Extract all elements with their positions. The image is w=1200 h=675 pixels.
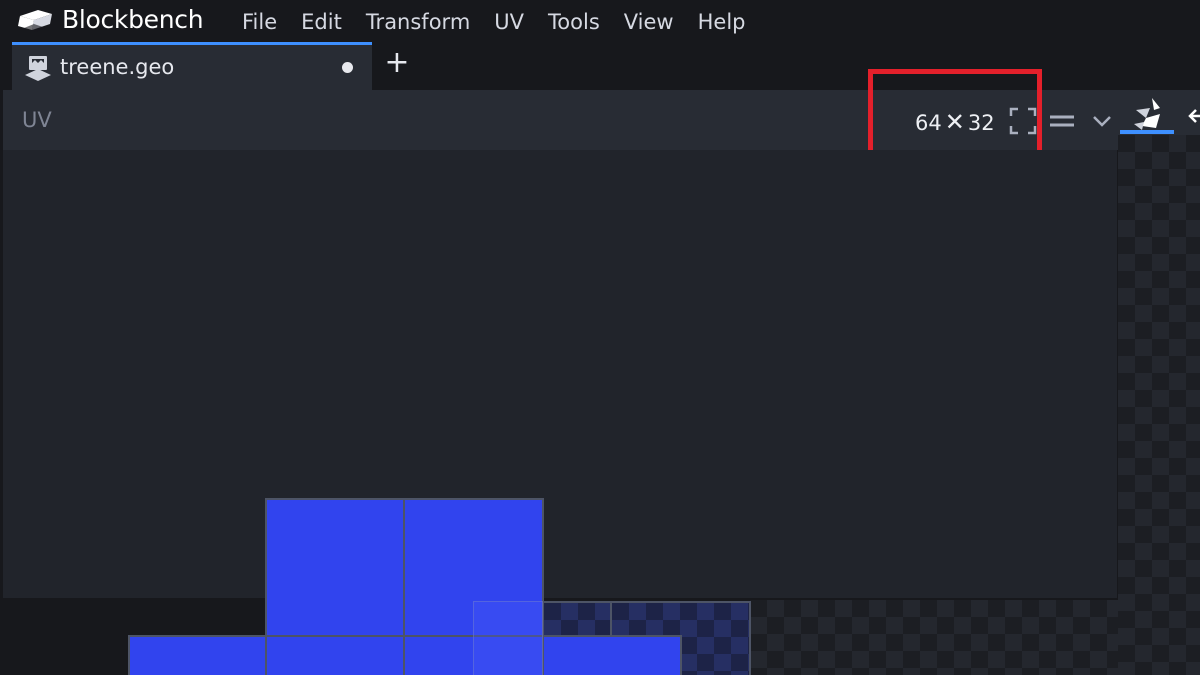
tool-strip (1118, 90, 1200, 150)
menu-item-uv[interactable]: UV (482, 0, 536, 42)
new-tab-button[interactable]: + (382, 48, 412, 82)
move-tool-icon[interactable] (1186, 102, 1200, 132)
unsaved-indicator-icon[interactable] (342, 62, 353, 73)
menu-item-transform[interactable]: Transform (354, 0, 482, 42)
menu-bar: Blockbench File Edit Transform UV Tools … (0, 0, 1200, 42)
uv-editor-canvas[interactable] (3, 150, 1117, 598)
menu-item-tools[interactable]: Tools (536, 0, 612, 42)
active-tool-indicator (1120, 130, 1174, 134)
menu-item-file[interactable]: File (230, 0, 289, 42)
main-menu: File Edit Transform UV Tools View Help (230, 0, 758, 42)
texture-checkerboard-right (1118, 135, 1200, 675)
texture-checkerboard-bottom (750, 600, 1118, 675)
chevron-down-icon[interactable] (1091, 111, 1113, 131)
menu-lines-icon[interactable] (1049, 110, 1075, 132)
menu-item-edit[interactable]: Edit (289, 0, 354, 42)
model-file-icon (25, 56, 51, 81)
tab-bar: treene.geo + (0, 42, 1200, 90)
fullscreen-icon[interactable] (1009, 107, 1037, 135)
texture-height: 32 (967, 111, 995, 135)
uv-panel: UV 64 ✕ 32 (0, 69, 1200, 675)
app-name: Blockbench (62, 5, 204, 34)
menu-item-help[interactable]: Help (686, 0, 758, 42)
uv-face[interactable] (542, 635, 682, 675)
tab-label: treene.geo (60, 55, 175, 79)
texture-size-readout[interactable]: 64 ✕ 32 (915, 108, 995, 136)
uv-face-overlap (473, 601, 543, 675)
times-symbol: ✕ (944, 108, 965, 136)
uv-panel-title: UV (22, 108, 52, 132)
tab-treene-geo[interactable]: treene.geo (12, 42, 372, 90)
uv-face[interactable] (128, 635, 267, 675)
texture-width: 64 (915, 111, 942, 135)
menu-item-view[interactable]: View (612, 0, 686, 42)
uv-face[interactable] (265, 498, 405, 638)
uv-panel-header: UV 64 ✕ 32 (3, 90, 1200, 150)
blockbench-logo-icon[interactable] (16, 8, 54, 34)
uv-face[interactable] (265, 635, 405, 675)
